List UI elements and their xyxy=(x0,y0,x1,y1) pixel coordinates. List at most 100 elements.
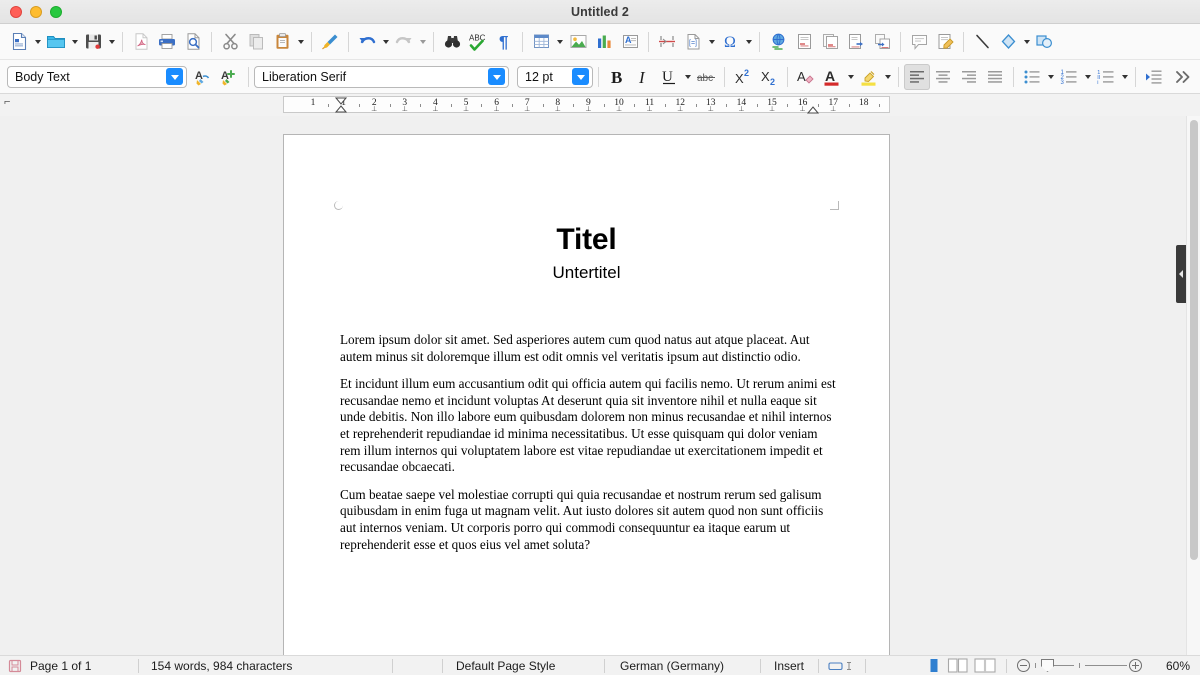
diamond-shape-icon[interactable] xyxy=(995,29,1021,55)
font-name-value[interactable]: Liberation Serif xyxy=(255,70,488,84)
language[interactable]: German (Germany) xyxy=(605,656,760,675)
ruler-tab-stop[interactable]: ⊥ xyxy=(524,105,530,113)
bold-icon[interactable]: B xyxy=(604,64,630,90)
subscript-icon[interactable]: X2 xyxy=(756,64,782,90)
highlight-color-dropdown[interactable] xyxy=(882,64,893,90)
clear-formatting-icon[interactable]: A xyxy=(793,64,819,90)
image-icon[interactable] xyxy=(565,29,591,55)
chart-bars-icon[interactable] xyxy=(591,29,617,55)
ruler-tab-stop[interactable]: ⊥ xyxy=(555,105,561,113)
font-size-combo[interactable]: 12 pt xyxy=(517,65,593,88)
paintbrush-icon[interactable] xyxy=(317,29,343,55)
font-size-value[interactable]: 12 pt xyxy=(518,70,572,84)
ruler-tab-stop[interactable]: ⊥ xyxy=(708,105,714,113)
ruler-tab-stop[interactable]: ⊥ xyxy=(371,105,377,113)
paragraph-style-value[interactable]: Body Text xyxy=(8,70,166,84)
document-page[interactable]: Titel Untertitel Lorem ipsum dolor sit a… xyxy=(283,134,890,655)
book-view-icon[interactable] xyxy=(974,658,996,673)
binoculars-icon[interactable] xyxy=(439,29,465,55)
scissors-icon[interactable] xyxy=(217,29,243,55)
table-icon[interactable] xyxy=(528,29,554,55)
paragraph-style-chevron-down-icon[interactable] xyxy=(166,68,183,85)
undo-arrow-icon[interactable] xyxy=(354,29,380,55)
document-paragraph[interactable]: Cum beatae saepe vel molestiae corrupti … xyxy=(340,487,837,553)
align-center-icon[interactable] xyxy=(930,64,956,90)
open-folder-icon[interactable] xyxy=(43,29,69,55)
align-left-icon[interactable] xyxy=(904,63,930,90)
ruler-tab-stop[interactable]: ⊥ xyxy=(402,105,408,113)
zoom-track-left[interactable] xyxy=(1054,665,1074,666)
vertical-scrollbar-thumb[interactable] xyxy=(1190,120,1198,560)
save-status-icon[interactable] xyxy=(0,656,30,675)
cross-reference-icon[interactable] xyxy=(869,29,895,55)
draw-functions-icon[interactable] xyxy=(1032,29,1058,55)
field-icon[interactable]: [=] xyxy=(680,29,706,55)
sidebar-show-button[interactable] xyxy=(1176,245,1186,303)
right-indent-marker[interactable] xyxy=(807,97,820,114)
page-info[interactable]: Page 1 of 1 xyxy=(30,656,138,675)
selection-mode-icon[interactable] xyxy=(819,656,865,675)
ruler-tab-stop[interactable]: ⊥ xyxy=(616,105,622,113)
export-pdf-icon[interactable] xyxy=(128,29,154,55)
comment-bubble-icon[interactable] xyxy=(906,29,932,55)
document-paragraph[interactable]: Lorem ipsum dolor sit amet. Sed asperior… xyxy=(340,332,837,365)
pilcrow-icon[interactable]: ¶ xyxy=(491,29,517,55)
omega-icon[interactable]: Ω xyxy=(717,29,743,55)
page-break-icon[interactable] xyxy=(654,29,680,55)
left-indent-marker[interactable] xyxy=(334,97,348,114)
bullet-list-dropdown[interactable] xyxy=(1045,64,1056,90)
underline-icon[interactable]: U xyxy=(656,64,682,90)
bookmark-icon[interactable] xyxy=(843,29,869,55)
undo-dropdown[interactable] xyxy=(380,29,391,55)
zoom-out-icon[interactable] xyxy=(1017,659,1030,672)
single-page-view-icon[interactable] xyxy=(927,658,942,673)
document-title[interactable]: Titel xyxy=(284,223,889,257)
line-icon[interactable] xyxy=(969,29,995,55)
highlight-color-icon[interactable] xyxy=(856,64,882,90)
new-doc-dropdown[interactable] xyxy=(32,29,43,55)
ruler-tab-stop[interactable]: ⊥ xyxy=(738,105,744,113)
numbered-list-dropdown[interactable] xyxy=(1082,64,1093,90)
endnote-icon[interactable] xyxy=(817,29,843,55)
multi-page-view-icon[interactable] xyxy=(947,658,969,673)
globe-link-icon[interactable] xyxy=(765,29,791,55)
zoom-slider-handle[interactable] xyxy=(1041,659,1054,672)
table-dropdown[interactable] xyxy=(554,29,565,55)
word-count[interactable]: 154 words, 984 characters xyxy=(139,656,392,675)
outline-list-icon[interactable]: 1 II i xyxy=(1093,64,1119,90)
copy-icon[interactable] xyxy=(243,29,269,55)
ruler-tab-stop[interactable]: ⊥ xyxy=(585,105,591,113)
align-justify-icon[interactable] xyxy=(982,64,1008,90)
ruler-tab-stop[interactable]: ⊥ xyxy=(769,105,775,113)
ruler-tab-stop[interactable]: ⊥ xyxy=(463,105,469,113)
ruler-tab-stop[interactable]: ⊥ xyxy=(494,105,500,113)
clipboard-icon[interactable] xyxy=(269,29,295,55)
horizontal-ruler[interactable]: 1 1 2 3 4 5 6 7 8 9 10 11 12 13 14 15 16 17 18 ⊥ ⊥ ⊥ ⊥ ⊥ ⊥ ⊥ ⊥ ⊥ ⊥ ⊥ ⊥… xyxy=(283,96,890,114)
ruler-tab-stop[interactable]: ⊥ xyxy=(800,105,806,113)
ruler-tab-stop[interactable]: ⊥ xyxy=(830,105,836,113)
zoom-level[interactable]: 60% xyxy=(1142,656,1200,675)
zoom-in-icon[interactable] xyxy=(1129,659,1142,672)
bullet-list-icon[interactable] xyxy=(1019,64,1045,90)
underline-dropdown[interactable] xyxy=(682,64,693,90)
outline-list-dropdown[interactable] xyxy=(1119,64,1130,90)
open-dropdown[interactable] xyxy=(69,29,80,55)
strikethrough-icon[interactable]: abc xyxy=(693,64,719,90)
ruler-tab-stop[interactable]: ⊥ xyxy=(647,105,653,113)
superscript-icon[interactable]: X2 xyxy=(730,64,756,90)
special-char-dropdown[interactable] xyxy=(743,29,754,55)
printer-icon[interactable] xyxy=(154,29,180,55)
paragraph-style-combo[interactable]: Body Text xyxy=(7,65,187,88)
paste-dropdown[interactable] xyxy=(295,29,306,55)
footnote-icon[interactable] xyxy=(791,29,817,55)
print-preview-icon[interactable] xyxy=(180,29,206,55)
page-style[interactable]: Default Page Style xyxy=(443,656,604,675)
new-style-icon[interactable]: A xyxy=(217,64,243,90)
increase-indent-icon[interactable] xyxy=(1141,64,1167,90)
italic-icon[interactable]: I xyxy=(630,64,656,90)
redo-dropdown[interactable] xyxy=(417,29,428,55)
chevron-double-right-icon[interactable] xyxy=(1170,64,1196,90)
zoom-slider[interactable] xyxy=(1017,656,1142,675)
insert-mode[interactable]: Insert xyxy=(761,656,818,675)
new-doc-icon[interactable] xyxy=(6,29,32,55)
